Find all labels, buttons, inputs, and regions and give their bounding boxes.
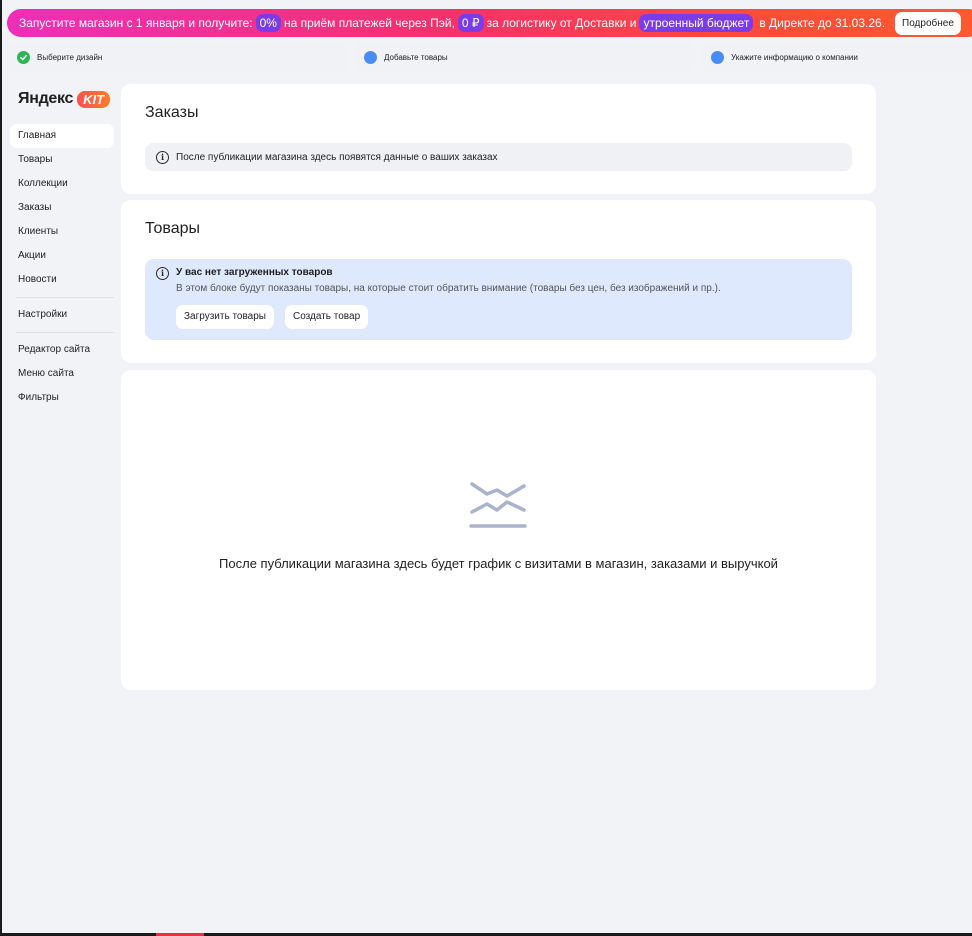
- onboarding-steps: Выберите дизайн Добавьте товары Укажите …: [7, 42, 972, 72]
- orders-card: Заказы i После публикации магазина здесь…: [121, 84, 876, 194]
- promo-banner: Запустите магазин с 1 января и получите:…: [7, 9, 972, 37]
- products-title: Товары: [145, 220, 201, 237]
- sidebar-item-site-editor[interactable]: Редактор сайта: [10, 338, 114, 362]
- sidebar-item-filters[interactable]: Фильтры: [10, 386, 114, 410]
- upload-products-button[interactable]: Загрузить товары: [176, 305, 274, 329]
- chart-placeholder-icon: [469, 482, 527, 528]
- promo-more-button[interactable]: Подробнее: [895, 11, 961, 35]
- promo-text-1: Запустите магазин с 1 января и получите:: [19, 16, 253, 30]
- sidebar-divider: [16, 332, 114, 333]
- promo-pill-budget: утроенный бюджет: [639, 14, 754, 32]
- sidebar-item-home[interactable]: Главная: [10, 124, 114, 148]
- step-company-info[interactable]: Укажите информацию о компании: [701, 42, 972, 72]
- stats-chart-card: После публикации магазина здесь будет гр…: [121, 370, 876, 690]
- notice-title: У вас нет загруженных товаров: [176, 267, 333, 278]
- sidebar-item-site-menu[interactable]: Меню сайта: [10, 362, 114, 386]
- sidebar-item-products[interactable]: Товары: [10, 148, 114, 172]
- step-choose-design[interactable]: Выберите дизайн: [7, 42, 348, 72]
- check-icon: [17, 50, 30, 64]
- promo-text-4: в Директе до 31.03.26.: [759, 16, 886, 30]
- promo-text-2: на приём платежей через Пэй,: [283, 16, 455, 30]
- promo-text-3: за логистику от Доставки и: [486, 16, 637, 30]
- step-add-products[interactable]: Добавьте товары: [354, 42, 695, 72]
- sidebar-item-orders[interactable]: Заказы: [10, 196, 114, 220]
- info-icon: i: [156, 150, 169, 164]
- chart-placeholder-message: После публикации магазина здесь будет гр…: [219, 556, 778, 571]
- products-notice: i У вас нет загруженных товаров В этом б…: [145, 259, 852, 340]
- orders-info: i После публикации магазина здесь появят…: [145, 143, 852, 171]
- step-status-icon: [364, 50, 377, 64]
- step-label: Добавьте товары: [384, 52, 448, 62]
- logo-badge: KIT: [77, 90, 111, 108]
- window-frame-left: [0, 0, 2, 936]
- promo-pill-rub: 0 ₽: [457, 14, 484, 32]
- notice-text: В этом блоке будут показаны товары, на к…: [176, 283, 721, 294]
- sidebar-item-settings[interactable]: Настройки: [10, 303, 114, 327]
- yandex-kit-logo[interactable]: Яндекс KIT: [18, 90, 111, 108]
- logo-word: Яндекс: [18, 90, 74, 107]
- sidebar-item-clients[interactable]: Клиенты: [10, 220, 114, 244]
- sidebar-divider: [16, 297, 114, 298]
- products-card: Товары i У вас нет загруженных товаров В…: [121, 200, 876, 363]
- promo-pill-percent: 0%: [255, 14, 281, 32]
- sidebar-nav: Главная Товары Коллекции Заказы Клиенты …: [10, 124, 114, 410]
- sidebar-item-promotions[interactable]: Акции: [10, 244, 114, 268]
- info-icon: i: [156, 267, 169, 280]
- step-status-icon: [711, 50, 724, 64]
- sidebar-item-news[interactable]: Новости: [10, 268, 114, 292]
- orders-info-text: После публикации магазина здесь появятся…: [176, 151, 498, 163]
- step-label: Укажите информацию о компании: [731, 52, 858, 62]
- sidebar-item-collections[interactable]: Коллекции: [10, 172, 114, 196]
- orders-title: Заказы: [145, 104, 199, 121]
- create-product-button[interactable]: Создать товар: [285, 305, 369, 329]
- step-label: Выберите дизайн: [37, 52, 103, 62]
